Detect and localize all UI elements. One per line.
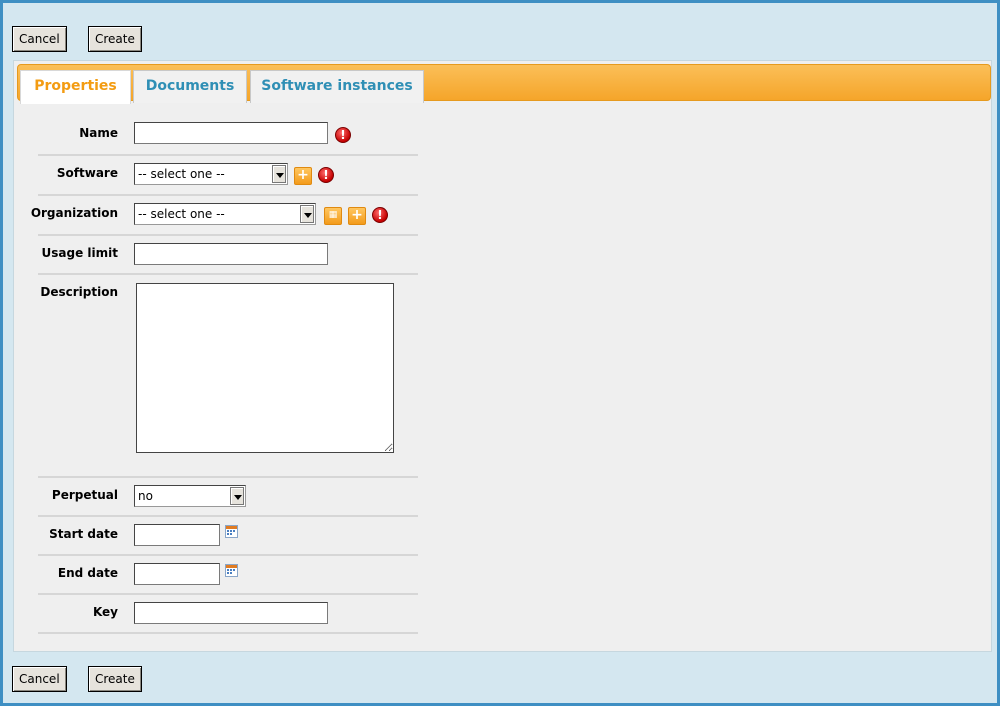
row-perpetual: Perpetual no [38, 478, 418, 517]
software-select[interactable]: -- select one -- [134, 163, 288, 185]
tab-software-instances[interactable]: Software instances [250, 70, 424, 103]
organization-select[interactable]: -- select one -- [134, 203, 316, 225]
required-warning-icon: ! [372, 207, 388, 223]
start-date-label: Start date [49, 527, 118, 541]
perpetual-select[interactable]: no [134, 485, 246, 507]
add-organization-icon[interactable]: + [348, 207, 366, 225]
chevron-down-icon [230, 487, 244, 505]
row-start-date: Start date [38, 517, 418, 556]
organization-select-value: -- select one -- [138, 207, 225, 221]
row-software: Software -- select one -- + ! [38, 156, 418, 196]
end-date-label: End date [57, 566, 118, 580]
calendar-icon[interactable] [225, 525, 238, 538]
software-select-value: -- select one -- [138, 167, 225, 181]
row-organization: Organization -- select one -- ▦ + ! [31, 196, 418, 236]
perpetual-label: Perpetual [51, 488, 118, 502]
description-label: Description [40, 285, 118, 299]
key-input[interactable] [134, 602, 328, 624]
tab-bar: Properties Documents Software instances [17, 64, 991, 104]
usage-limit-input[interactable] [134, 243, 328, 265]
create-button-bottom[interactable]: Create [88, 666, 142, 692]
row-end-date: End date [38, 556, 418, 595]
key-label: Key [92, 605, 118, 619]
row-key: Key [38, 595, 418, 634]
start-date-input[interactable] [134, 524, 220, 546]
browse-tree-icon[interactable]: ▦ [324, 207, 342, 225]
row-name: Name ! [38, 115, 418, 156]
form-panel: Properties Documents Software instances … [13, 60, 992, 652]
chevron-down-icon [272, 165, 286, 183]
name-input[interactable] [134, 122, 328, 144]
organization-label: Organization [30, 206, 118, 220]
name-label: Name [79, 126, 118, 140]
required-warning-icon: ! [318, 167, 334, 183]
end-date-input[interactable] [134, 563, 220, 585]
calendar-icon[interactable] [225, 564, 238, 577]
row-description: Description [38, 275, 418, 478]
perpetual-select-value: no [138, 489, 153, 503]
cancel-button-bottom[interactable]: Cancel [12, 666, 67, 692]
create-button-top[interactable]: Create [88, 26, 142, 52]
software-label: Software [56, 166, 118, 180]
required-warning-icon: ! [335, 127, 351, 143]
chevron-down-icon [300, 205, 314, 223]
window-frame: Cancel Create Properties Documents Softw… [3, 3, 997, 703]
row-usage-limit: Usage limit [38, 236, 418, 275]
tab-documents[interactable]: Documents [133, 70, 247, 103]
tab-properties[interactable]: Properties [20, 70, 131, 104]
cancel-button-top[interactable]: Cancel [12, 26, 67, 52]
usage-limit-label: Usage limit [41, 246, 118, 260]
add-software-icon[interactable]: + [294, 167, 312, 185]
description-textarea[interactable] [136, 283, 394, 453]
